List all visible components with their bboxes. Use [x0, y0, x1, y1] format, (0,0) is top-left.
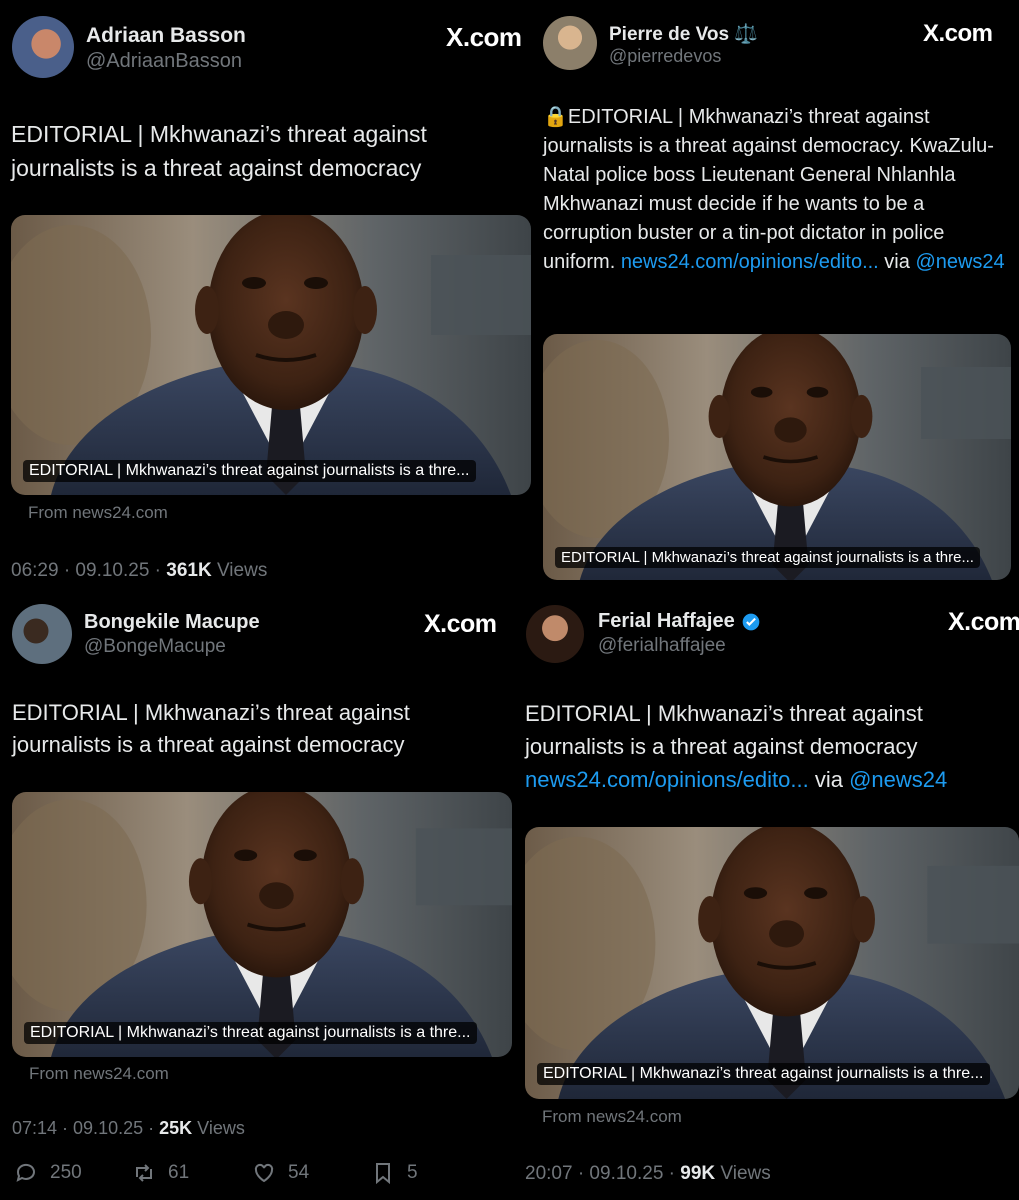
x-logo: X.com	[923, 20, 993, 47]
tweet-text: EDITORIAL | Mkhwanazi’s threat against j…	[525, 701, 948, 792]
views-label: Views	[211, 560, 268, 581]
author-handle[interactable]: @AdriaanBasson	[86, 50, 242, 73]
author-handle[interactable]: @ferialhaffajee	[598, 635, 726, 657]
post-adriaan-basson: Adriaan Basson @AdriaanBasson X.com EDIT…	[0, 0, 531, 590]
tweet-text: EDITORIAL | Mkhwanazi’s threat against j…	[11, 121, 427, 181]
repost-count: 61	[168, 1162, 190, 1183]
views-label: Views	[715, 1163, 771, 1184]
x-logo: X.com	[948, 608, 1019, 636]
tweet-text: EDITORIAL | Mkhwanazi’s threat against j…	[12, 700, 410, 757]
card-caption: EDITORIAL | Mkhwanazi’s threat against j…	[537, 1063, 990, 1085]
reply-icon	[16, 1163, 35, 1182]
like-icon	[254, 1163, 274, 1183]
repost-icon	[136, 1164, 152, 1182]
views-count: 25K	[159, 1118, 193, 1138]
post-meta: 06:29 · 09.10.25 · 361K Views	[11, 560, 267, 582]
avatar[interactable]	[526, 605, 584, 663]
timestamp[interactable]: 06:29 · 09.10.25 ·	[11, 560, 166, 581]
news-photo	[543, 334, 1011, 580]
lock-icon: 🔒	[543, 106, 568, 128]
timestamp[interactable]: 20:07 · 09.10.25 ·	[525, 1163, 680, 1184]
card-source[interactable]: From news24.com	[29, 1064, 169, 1084]
tweet-text: 🔒EDITORIAL | Mkhwanazi’s threat against …	[543, 106, 1005, 273]
reply-button[interactable]: 250	[14, 1161, 82, 1185]
post-ferial-haffajee: Ferial Haffajee @ferialhaffajee X.com ED…	[518, 590, 1019, 1200]
author-name[interactable]: Ferial Haffajee	[598, 610, 761, 633]
news-photo	[525, 827, 1019, 1099]
link-card[interactable]: EDITORIAL | Mkhwanazi’s threat against j…	[11, 215, 531, 495]
news-photo	[11, 215, 531, 495]
author-name[interactable]: Adriaan Basson	[86, 24, 246, 48]
timestamp[interactable]: 07:14 · 09.10.25 ·	[12, 1118, 159, 1138]
avatar[interactable]	[12, 604, 72, 664]
bookmark-icon	[376, 1163, 390, 1185]
repost-button[interactable]: 61	[132, 1161, 189, 1185]
mention-link[interactable]: @news24	[849, 767, 947, 792]
x-logo: X.com	[424, 610, 497, 638]
like-button[interactable]: 54	[252, 1161, 309, 1185]
mention-link[interactable]: @news24	[915, 251, 1004, 273]
x-logo: X.com	[446, 22, 522, 52]
link-card[interactable]: EDITORIAL | Mkhwanazi’s threat against j…	[543, 334, 1011, 580]
card-caption: EDITORIAL | Mkhwanazi’s threat against j…	[23, 460, 476, 482]
link-card[interactable]: EDITORIAL | Mkhwanazi’s threat against j…	[525, 827, 1019, 1099]
author-name[interactable]: Pierre de Vos ⚖️	[609, 22, 758, 46]
article-link[interactable]: news24.com/opinions/edito...	[621, 251, 879, 273]
scales-icon: ⚖️	[734, 24, 758, 45]
card-caption: EDITORIAL | Mkhwanazi’s threat against j…	[24, 1022, 477, 1044]
like-count: 54	[288, 1162, 310, 1183]
article-link[interactable]: news24.com/opinions/edito...	[525, 767, 809, 792]
card-caption: EDITORIAL | Mkhwanazi’s threat against j…	[555, 547, 980, 568]
author-name[interactable]: Bongekile Macupe	[84, 611, 260, 634]
bookmark-count: 5	[407, 1162, 418, 1183]
bookmark-button[interactable]: 5	[371, 1161, 418, 1185]
avatar[interactable]	[12, 16, 74, 78]
author-handle[interactable]: @BongeMacupe	[84, 636, 226, 658]
post-meta: 07:14 · 09.10.25 · 25K Views	[12, 1118, 245, 1139]
news-photo	[12, 792, 512, 1057]
views-count: 99K	[680, 1163, 716, 1184]
avatar[interactable]	[543, 16, 597, 70]
views-count: 361K	[166, 560, 212, 581]
author-handle[interactable]: @pierredevos	[609, 46, 721, 67]
verified-badge-icon	[742, 613, 760, 630]
post-bongekile-macupe: Bongekile Macupe @BongeMacupe X.com EDIT…	[0, 590, 518, 1200]
post-meta: 20:07 · 09.10.25 · 99K Views	[525, 1163, 771, 1185]
views-label: Views	[192, 1118, 245, 1138]
card-source[interactable]: From news24.com	[28, 503, 168, 523]
reply-count: 250	[50, 1162, 82, 1183]
link-card[interactable]: EDITORIAL | Mkhwanazi’s threat against j…	[12, 792, 512, 1057]
card-source[interactable]: From news24.com	[542, 1107, 682, 1127]
post-pierre-de-vos: Pierre de Vos ⚖️ @pierredevos X.com 🔒EDI…	[531, 0, 1019, 590]
